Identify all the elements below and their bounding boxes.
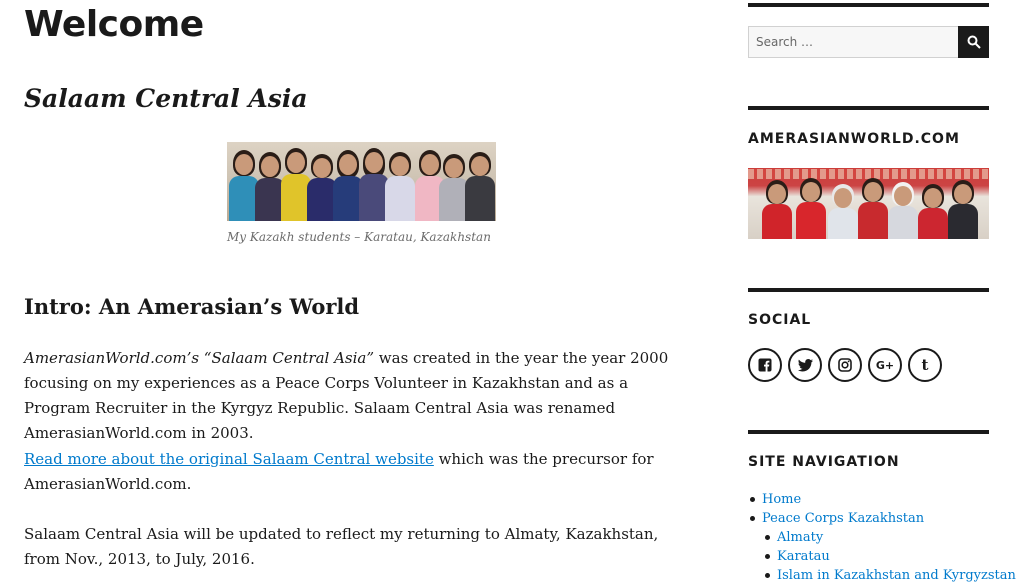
nav-item-peace-corps[interactable]: Peace Corps Kazakhstan [748, 509, 1016, 528]
nav-item-islam[interactable]: Islam in Kazakhstan and Kyrgyzstan [763, 566, 1016, 585]
search-button[interactable] [958, 26, 989, 58]
divider [748, 106, 989, 110]
facebook-link[interactable] [748, 348, 782, 382]
twitter-link[interactable] [788, 348, 822, 382]
precursor-paragraph: Read more about the original Salaam Cent… [24, 447, 699, 497]
instagram-link[interactable] [828, 348, 862, 382]
update-paragraph: Salaam Central Asia will be updated to r… [24, 525, 659, 568]
nav-item-home[interactable]: Home [748, 490, 1016, 509]
site-name-emphasis: AmerasianWorld.com’s “Salaam Central Asi… [24, 349, 375, 367]
google-plus-link[interactable]: G+ [868, 348, 902, 382]
instagram-icon [838, 358, 852, 372]
students-figure: My Kazakh students – Karatau, Kazakhstan [227, 142, 497, 244]
widget-title-social: SOCIAL [748, 312, 812, 328]
facebook-icon [758, 358, 772, 372]
page-title: Welcome [24, 4, 204, 45]
students-photo[interactable] [227, 142, 496, 221]
widget-title-amerasian: AMERASIANWORLD.COM [748, 131, 960, 147]
divider [748, 3, 989, 7]
nav-item-karatau[interactable]: Karatau [763, 547, 1016, 566]
original-website-link[interactable]: Read more about the original Salaam Cent… [24, 450, 434, 468]
divider [748, 288, 989, 292]
tumblr-icon: t [921, 356, 929, 374]
search-form: Search … [748, 26, 989, 58]
tumblr-link[interactable]: t [908, 348, 942, 382]
twitter-icon [797, 358, 813, 371]
divider [748, 430, 989, 434]
widget-title-navigation: SITE NAVIGATION [748, 454, 900, 470]
intro-heading: Intro: An Amerasian’s World [24, 294, 360, 319]
nav-item-almaty[interactable]: Almaty [763, 528, 1016, 547]
amerasian-photo[interactable] [748, 168, 989, 239]
social-links: G+ t [748, 348, 942, 382]
figure-caption: My Kazakh students – Karatau, Kazakhstan [227, 230, 491, 244]
site-navigation-list: Home Peace Corps Kazakhstan Almaty Karat… [748, 490, 1016, 585]
search-icon [967, 35, 981, 49]
search-input[interactable]: Search … [748, 26, 965, 58]
google-plus-icon: G+ [875, 358, 895, 372]
site-subtitle: Salaam Central Asia [24, 84, 308, 113]
intro-paragraph: AmerasianWorld.com’s “Salaam Central Asi… [24, 346, 699, 446]
